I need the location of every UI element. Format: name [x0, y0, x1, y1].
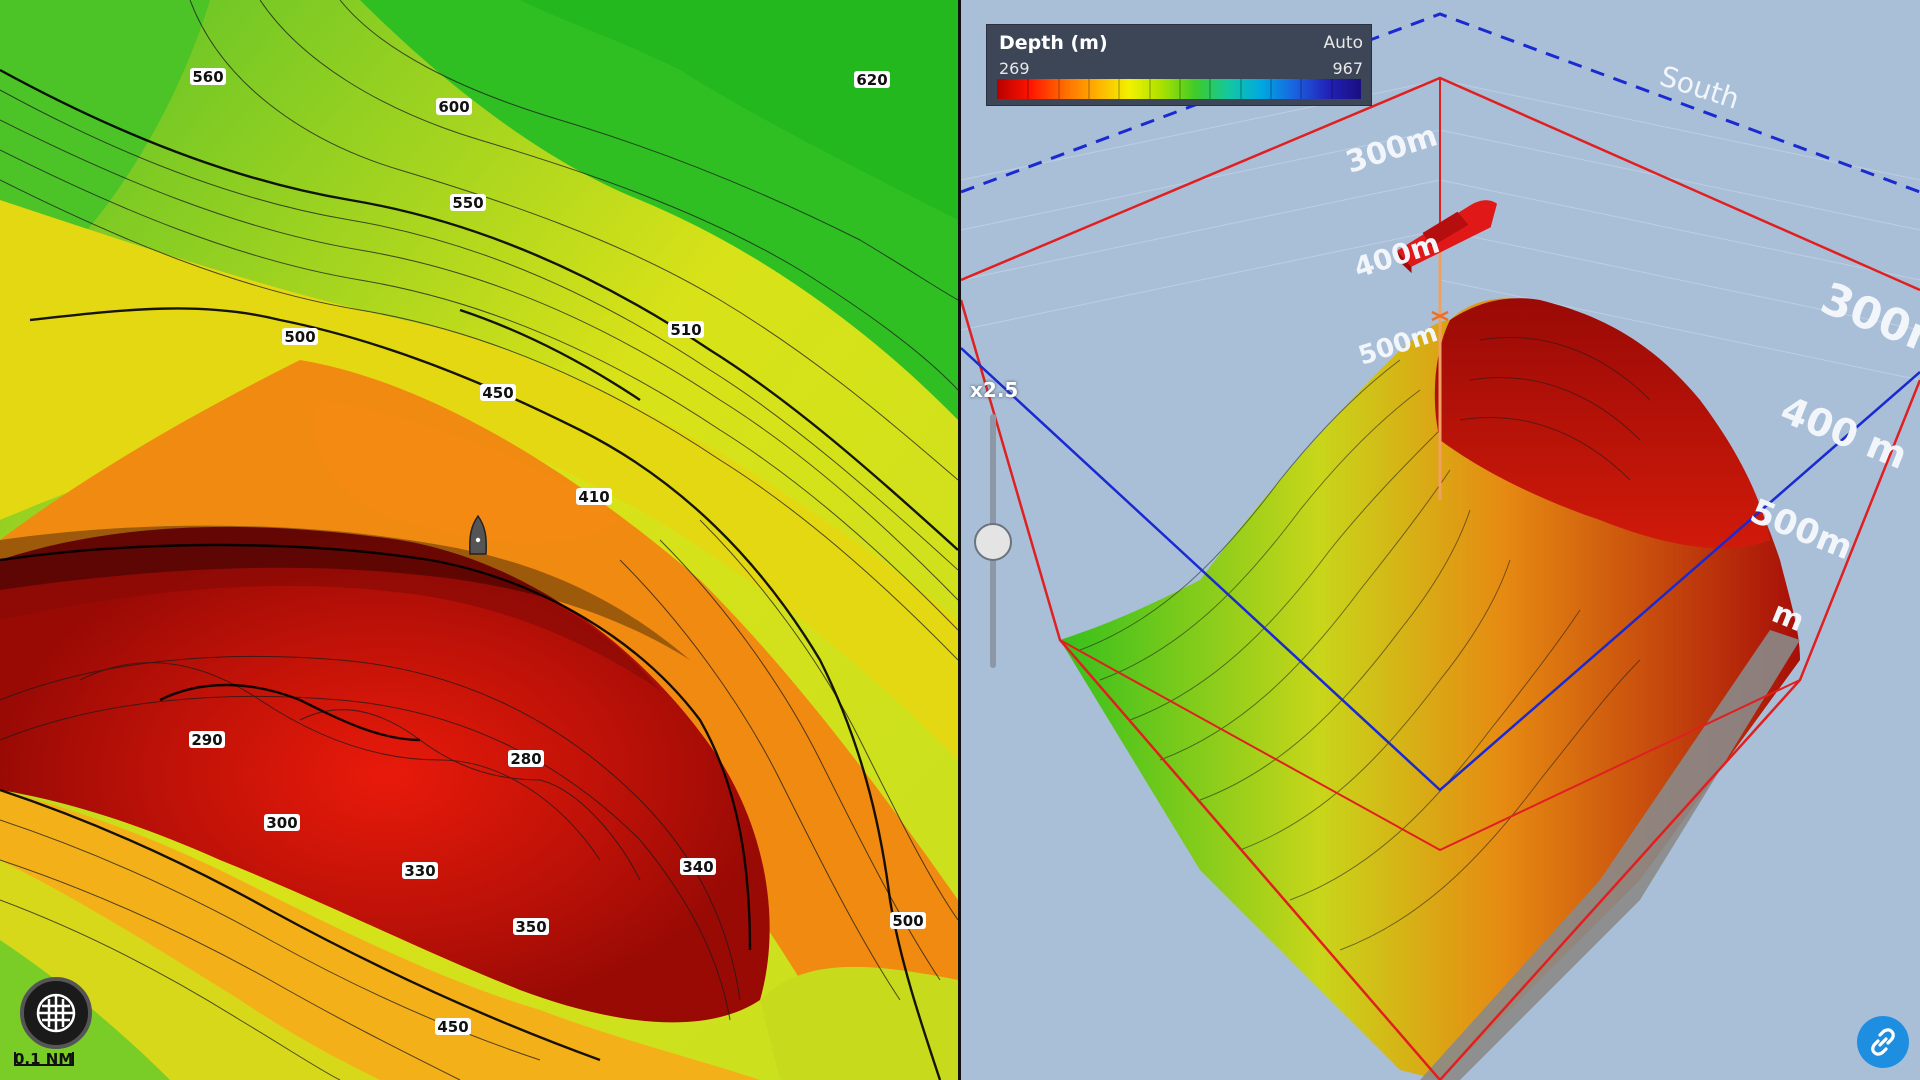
- contour-label: 340: [680, 858, 716, 876]
- exaggeration-slider-thumb[interactable]: [974, 523, 1012, 561]
- svg-text:500: 500: [892, 912, 923, 930]
- contour-label: 600: [436, 98, 472, 116]
- compass-label: South: [1656, 59, 1744, 116]
- scale-label: 0.1 NM: [14, 1050, 74, 1068]
- grid-button[interactable]: [20, 977, 92, 1049]
- 3d-scene[interactable]: 300m 400m 500m 300m 400 m 500m m South: [961, 0, 1920, 1080]
- exaggeration-label: x2.5: [970, 378, 1019, 402]
- svg-text:300: 300: [266, 814, 297, 832]
- svg-text:350: 350: [515, 918, 546, 936]
- svg-text:450: 450: [437, 1018, 468, 1036]
- depth-label-right: 300m: [1814, 273, 1920, 372]
- legend-min: 269: [999, 59, 1030, 78]
- legend-max: 967: [1332, 59, 1363, 78]
- contour-label: 350: [513, 918, 549, 936]
- contour-label: 510: [668, 321, 704, 339]
- contour-label: 290: [189, 731, 225, 749]
- svg-text:510: 510: [670, 321, 701, 339]
- contour-label: 280: [508, 750, 544, 768]
- depth-label-back: 400m: [1350, 226, 1444, 284]
- contour-label: 500: [282, 328, 318, 346]
- svg-text:330: 330: [404, 862, 435, 880]
- svg-text:600: 600: [438, 98, 469, 116]
- depth-label-back: 300m: [1342, 118, 1442, 180]
- svg-text:450: 450: [482, 384, 513, 402]
- contour-label: 330: [402, 862, 438, 880]
- svg-text:280: 280: [510, 750, 541, 768]
- depth-label-right: 400 m: [1775, 388, 1914, 478]
- link-button[interactable]: [1857, 1016, 1909, 1068]
- legend-mode[interactable]: Auto: [1324, 33, 1363, 53]
- contour-label: 410: [576, 488, 612, 506]
- contour-label: 300: [264, 814, 300, 832]
- contour-label: 450: [480, 384, 516, 402]
- 3d-view[interactable]: 300m 400m 500m 300m 400 m 500m m South: [961, 0, 1920, 1080]
- contour-label: 550: [450, 194, 486, 212]
- link-icon: [1871, 1028, 1895, 1056]
- legend-title: Depth (m): [999, 32, 1108, 54]
- svg-text:620: 620: [856, 71, 887, 89]
- svg-text:290: 290: [191, 731, 222, 749]
- svg-text:500: 500: [284, 328, 315, 346]
- svg-text:550: 550: [452, 194, 483, 212]
- contour-chart[interactable]: 560 600 620 550 500 510 450 410 290 280 300 330 340 3…: [0, 0, 958, 1080]
- depth-legend[interactable]: Depth (m) Auto 269 967: [986, 24, 1372, 106]
- contour-label: 620: [854, 71, 890, 89]
- grid-icon: [36, 993, 76, 1033]
- legend-color-bar: [997, 79, 1361, 99]
- svg-text:410: 410: [578, 488, 609, 506]
- contour-label: 500: [890, 912, 926, 930]
- svg-text:560: 560: [192, 68, 223, 86]
- chart-canvas[interactable]: 560 600 620 550 500 510 450 410 290 280 300 330 340 3…: [0, 0, 958, 1080]
- contour-label: 560: [190, 68, 226, 86]
- contour-label: 450: [435, 1018, 471, 1036]
- svg-text:340: 340: [682, 858, 713, 876]
